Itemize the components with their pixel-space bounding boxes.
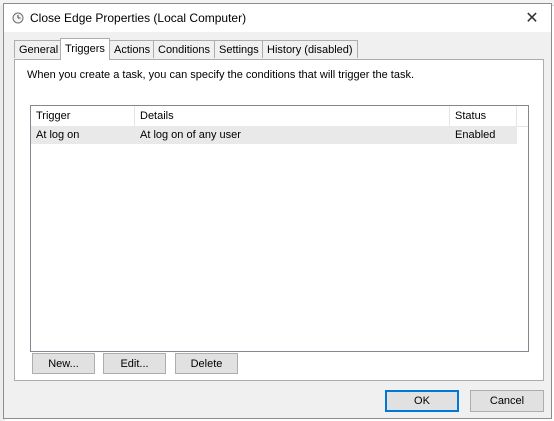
cell-details: At log on of any user [140, 129, 241, 141]
edit-trigger-button[interactable]: Edit... [103, 353, 166, 374]
cell-status: Enabled [455, 129, 496, 141]
cell-trigger: At log on [36, 129, 80, 141]
tab-settings[interactable]: Settings [214, 40, 264, 58]
column-header-details[interactable]: Details [135, 106, 450, 126]
cancel-button[interactable]: Cancel [470, 390, 544, 412]
table-row[interactable]: At log on At log on of any user Enabled [31, 126, 517, 144]
triggers-description: When you create a task, you can specify … [27, 69, 415, 81]
triggers-list[interactable]: Trigger Details Status At log on At log … [30, 105, 529, 352]
column-header-trigger[interactable]: Trigger [31, 106, 135, 126]
close-icon: ✕ [525, 10, 539, 27]
new-trigger-button[interactable]: New... [32, 353, 95, 374]
list-header: Trigger Details Status [31, 106, 528, 127]
title-bar[interactable]: Close Edge Properties (Local Computer) ✕ [4, 4, 551, 32]
triggers-panel: When you create a task, you can specify … [14, 59, 544, 381]
properties-dialog: Close Edge Properties (Local Computer) ✕… [3, 3, 552, 419]
column-header-status[interactable]: Status [450, 106, 517, 126]
ok-button[interactable]: OK [385, 390, 459, 412]
tab-strip: General Triggers Actions Conditions Sett… [14, 38, 544, 60]
tab-general[interactable]: General [14, 40, 64, 58]
tab-conditions[interactable]: Conditions [153, 40, 215, 58]
close-button[interactable]: ✕ [513, 4, 551, 32]
tab-triggers[interactable]: Triggers [60, 38, 110, 60]
window-title: Close Edge Properties (Local Computer) [30, 11, 247, 25]
tab-actions[interactable]: Actions [109, 40, 156, 58]
clock-icon [12, 12, 24, 24]
delete-trigger-button[interactable]: Delete [175, 353, 238, 374]
tab-history[interactable]: History (disabled) [262, 40, 358, 58]
